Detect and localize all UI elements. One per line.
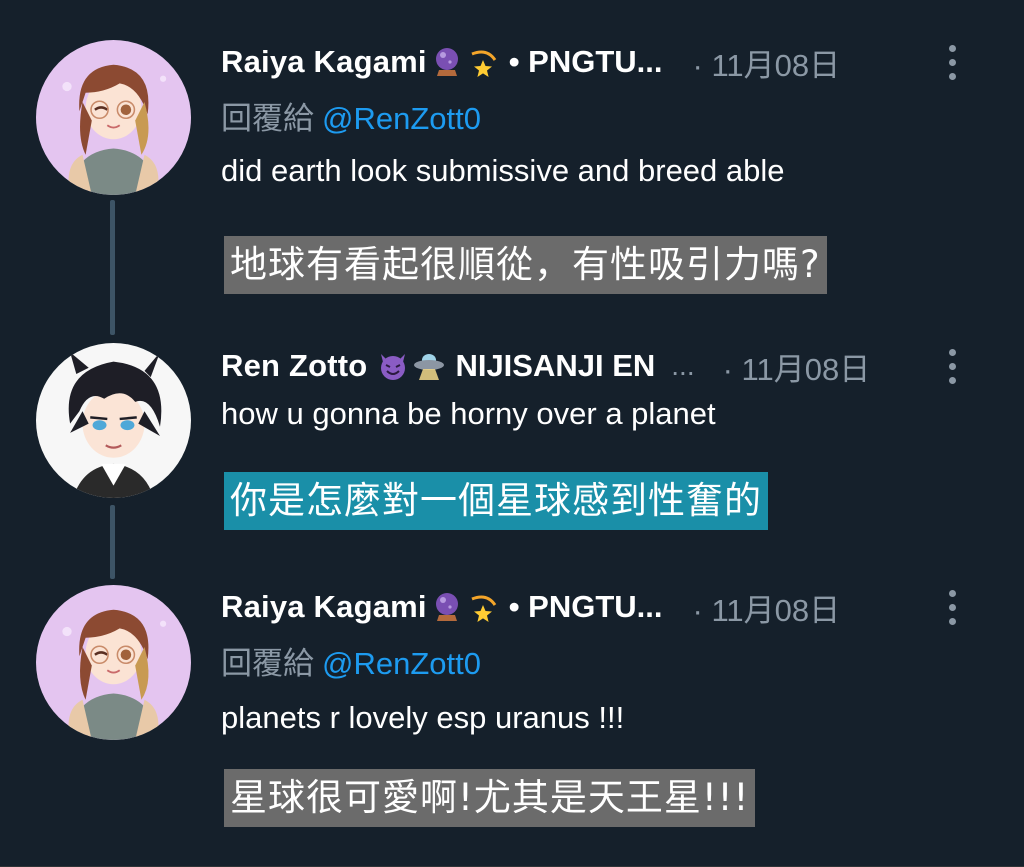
dizzy-star-icon bbox=[467, 591, 499, 623]
avatar-illustration bbox=[36, 40, 191, 195]
author-name[interactable]: Ren Zotto bbox=[221, 348, 367, 384]
reply-label: 回覆給 bbox=[221, 646, 314, 681]
crystal-ball-icon bbox=[431, 46, 463, 78]
avatar-raiya-kagami[interactable] bbox=[36, 40, 191, 195]
author-suffix: • PNGTU... bbox=[508, 44, 663, 79]
translation-caption: 星球很可愛啊!尤其是天王星!!! bbox=[224, 769, 756, 827]
tweet-header: Raiya Kagami • PNGTU... · 11月08日 bbox=[221, 585, 994, 629]
tweet-header: Ren Zotto NIJISANJI EN ... · 11月08日 bbox=[221, 344, 994, 388]
mention-link[interactable]: @RenZott0 bbox=[322, 101, 481, 136]
ufo-icon bbox=[413, 350, 445, 382]
reply-label: 回覆給 bbox=[221, 101, 314, 136]
more-options-icon[interactable] bbox=[944, 40, 960, 84]
avatar-illustration bbox=[36, 585, 191, 740]
tweet[interactable]: Ren Zotto NIJISANJI EN ... · 11月08日 how … bbox=[0, 300, 1024, 545]
tweet-text: planets r lovely esp uranus !!! bbox=[221, 700, 625, 735]
author-name[interactable]: Raiya Kagami bbox=[221, 589, 427, 625]
reply-context: 回覆給 @RenZott0 bbox=[221, 638, 481, 683]
tweet-header: Raiya Kagami • PNGTU... · 11月08日 bbox=[221, 40, 994, 84]
avatar-raiya-kagami[interactable] bbox=[36, 585, 191, 740]
crystal-ball-icon bbox=[431, 591, 463, 623]
author-suffix: NIJISANJI EN bbox=[455, 348, 656, 383]
reply-context: 回覆給 @RenZott0 bbox=[221, 93, 481, 138]
tweet-text: how u gonna be horny over a planet bbox=[221, 396, 716, 431]
avatar-ren-zotto[interactable] bbox=[36, 343, 191, 498]
more-options-icon[interactable] bbox=[944, 585, 960, 629]
more-options-icon[interactable] bbox=[944, 344, 960, 388]
tweet-thread: Raiya Kagami • PNGTU... · 11月08日 回覆給 @Re… bbox=[0, 0, 1024, 867]
translation-caption: 地球有看起很順從，有性吸引力嗎? bbox=[224, 236, 827, 294]
tweet-date[interactable]: · 11月08日 bbox=[693, 40, 841, 85]
translation-caption: 你是怎麼對一個星球感到性奮的 bbox=[224, 472, 768, 530]
name-ellipsis: ... bbox=[671, 350, 695, 381]
tweet-text: did earth look submissive and breed able bbox=[221, 153, 785, 188]
mention-link[interactable]: @RenZott0 bbox=[322, 646, 481, 681]
tweet[interactable]: Raiya Kagami • PNGTU... · 11月08日 回覆給 @Re… bbox=[0, 545, 1024, 867]
tweet-date[interactable]: · 11月08日 bbox=[723, 344, 871, 389]
smiling-devil-icon bbox=[377, 350, 409, 382]
dizzy-star-icon bbox=[467, 46, 499, 78]
tweet[interactable]: Raiya Kagami • PNGTU... · 11月08日 回覆給 @Re… bbox=[0, 0, 1024, 300]
avatar-illustration bbox=[36, 343, 191, 498]
author-suffix: • PNGTU... bbox=[508, 589, 663, 624]
tweet-date[interactable]: · 11月08日 bbox=[693, 585, 841, 630]
author-name[interactable]: Raiya Kagami bbox=[221, 44, 427, 80]
